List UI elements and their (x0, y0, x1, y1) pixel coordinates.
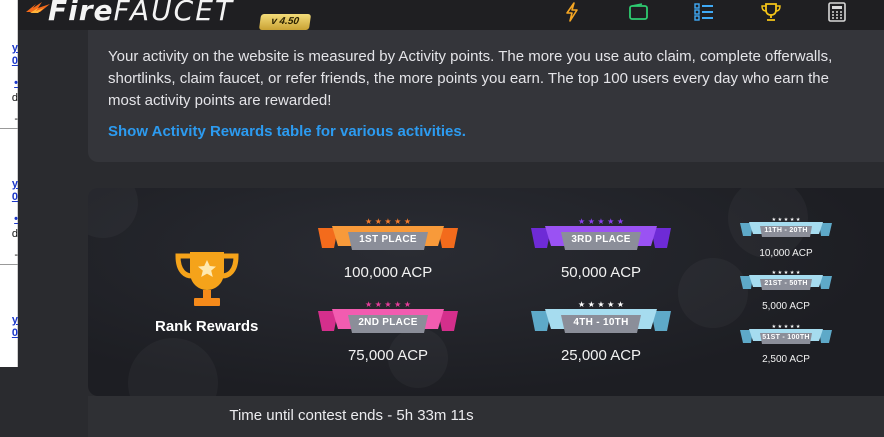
first-place-prize: 100,000 ACP (343, 264, 433, 281)
task-list-icon[interactable] (691, 0, 717, 24)
rank-rewards-title: Rank Rewards (155, 318, 259, 335)
fourth-tenth-label: 4TH - 10TH (573, 317, 629, 328)
eleventh-twentieth-prize: 10,000 ACP (759, 248, 813, 259)
first-place-label: 1ST PLACE (359, 234, 417, 245)
svg-text:★ ★ ★ ★ ★: ★ ★ ★ ★ ★ (365, 218, 411, 226)
svg-text:★ ★ ★ ★ ★: ★ ★ ★ ★ ★ (578, 218, 624, 226)
strip-entry: y 0 (0, 314, 18, 340)
strip-text: d (11, 228, 18, 240)
strip-link[interactable]: 0 (0, 327, 18, 340)
strip-dot: • (14, 213, 18, 225)
strip-divider (0, 128, 18, 129)
rank-rewards-panel: Rank Rewards ★ ★ ★ ★ ★ 1ST PLACE 100,000… (88, 188, 884, 396)
decor-bubble (88, 188, 138, 238)
fiftyfirst-hundredth-label: 51ST - 100TH (762, 334, 810, 341)
twentyfirst-fiftieth-label: 21ST - 50TH (764, 280, 808, 287)
activity-info-card: Your activity on the website is measured… (88, 30, 884, 162)
svg-text:★ ★ ★ ★ ★: ★ ★ ★ ★ ★ (578, 301, 624, 309)
strip-link[interactable]: y (0, 42, 18, 55)
fiftyfirst-hundredth-prize: 2,500 ACP (762, 354, 810, 365)
strip-dash: - (14, 249, 18, 261)
decor-bubble (128, 338, 218, 396)
trophy-icon[interactable] (758, 0, 784, 24)
lightning-icon[interactable] (559, 0, 585, 24)
strip-entry: y 0 • d - (0, 178, 18, 265)
activity-rewards-table-link[interactable]: Show Activity Rewards table for various … (108, 123, 466, 140)
decor-bubble (678, 258, 748, 328)
twentyfirst-fiftieth-prize: 5,000 ACP (762, 301, 810, 312)
strip-link[interactable]: 0 (0, 55, 18, 68)
trophy-icon (175, 252, 239, 306)
third-place-prize: 50,000 ACP (560, 264, 642, 281)
contest-footer: Time until contest ends - 5h 33m 11s (88, 396, 884, 437)
header-nav (18, 0, 884, 30)
strip-text: d (11, 92, 18, 104)
wallet-icon[interactable] (626, 0, 652, 24)
fourth-tenth-prize: 25,000 ACP (560, 347, 642, 364)
second-place-label: 2ND PLACE (358, 317, 418, 328)
contest-countdown: Time until contest ends - 5h 33m 11s (229, 407, 474, 424)
left-side-strip: y 0 • d - y 0 • d - y 0 (0, 0, 18, 367)
strip-dash: - (14, 113, 18, 125)
strip-link[interactable]: y (0, 314, 18, 327)
eleventh-twentieth-label: 11TH - 20TH (764, 227, 808, 234)
strip-dot: • (14, 77, 18, 89)
second-place-prize: 75,000 ACP (347, 347, 429, 364)
calculator-icon[interactable] (824, 0, 850, 24)
activity-description-line: shortlinks, claim faucet, or refer frien… (108, 70, 829, 87)
third-place-label: 3RD PLACE (571, 234, 631, 245)
strip-link[interactable]: 0 (0, 191, 18, 204)
strip-link[interactable]: y (0, 178, 18, 191)
activity-description-line: most activity points are rewarded! (108, 92, 332, 109)
strip-entry: y 0 • d - (0, 42, 18, 129)
top-header: FireFAUCET v 4.50 (18, 0, 884, 30)
activity-description-line: Your activity on the website is measured… (108, 48, 833, 65)
svg-text:★ ★ ★ ★ ★: ★ ★ ★ ★ ★ (365, 301, 411, 309)
activity-description: Your activity on the website is measured… (108, 46, 884, 112)
strip-divider (0, 264, 18, 265)
